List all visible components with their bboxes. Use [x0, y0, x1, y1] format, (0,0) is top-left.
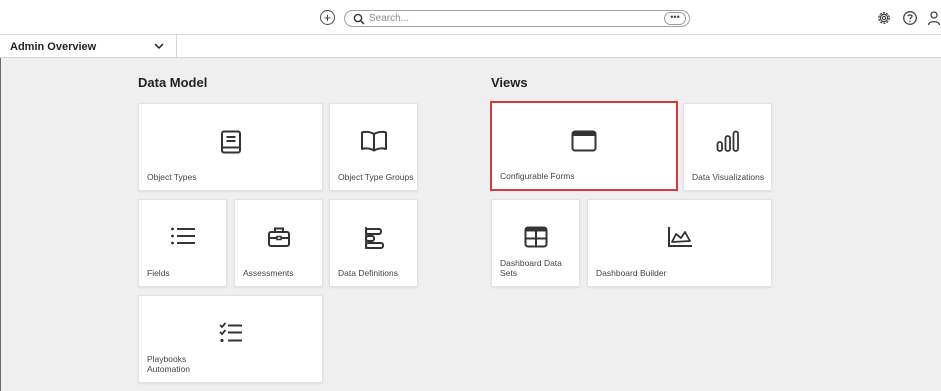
tile-label: Data Visualizations: [692, 172, 765, 182]
chevron-down-icon: [154, 43, 164, 50]
window-icon: [571, 130, 597, 152]
tile-label: Dashboard Data Sets: [500, 258, 562, 278]
tile-label: Object Types: [147, 172, 197, 182]
tile-object-type-groups[interactable]: Object Type Groups: [329, 103, 418, 191]
help-icon[interactable]: [902, 10, 918, 26]
tile-label: Playbooks Automation: [147, 354, 190, 374]
main-content: Data Model Views Object Types Object Typ…: [1, 58, 941, 391]
checklist-icon: [218, 322, 242, 343]
add-icon[interactable]: +: [320, 10, 335, 25]
search-placeholder: Search...: [369, 13, 410, 24]
dashboard-selector[interactable]: Admin Overview: [0, 35, 177, 58]
tile-label: Configurable Forms: [500, 171, 575, 181]
area-chart-icon: [667, 227, 692, 247]
list-icon: [170, 227, 195, 245]
bars-left-icon: [364, 227, 384, 249]
tile-fields[interactable]: Fields: [138, 199, 227, 287]
more-options-button[interactable]: •••: [664, 12, 686, 25]
book-icon: [220, 130, 241, 154]
tile-configurable-forms[interactable]: Configurable Forms: [490, 101, 678, 191]
tile-data-visualizations[interactable]: Data Visualizations: [683, 103, 772, 191]
tile-dashboard-builder[interactable]: Dashboard Builder: [587, 199, 772, 287]
dashboard-name: Admin Overview: [10, 40, 97, 53]
tile-label: Dashboard Builder: [596, 268, 667, 278]
table-icon: [524, 226, 547, 248]
tile-label: Assessments: [243, 268, 294, 278]
search-input[interactable]: Search... •••: [344, 10, 690, 27]
briefcase-icon: [267, 227, 290, 247]
tile-playbooks-automation[interactable]: Playbooks Automation: [138, 295, 323, 383]
tile-label: Data Definitions: [338, 268, 399, 278]
top-bar: + Search... •••: [0, 0, 941, 34]
tile-label: Object Type Groups: [338, 172, 414, 182]
search-icon: [353, 13, 365, 25]
dashboard-bar: Admin Overview: [0, 34, 941, 58]
bar-chart-icon: [716, 130, 739, 152]
open-book-icon: [360, 130, 387, 152]
tile-assessments[interactable]: Assessments: [234, 199, 323, 287]
user-icon[interactable]: [926, 10, 941, 26]
data-model-title: Data Model: [138, 75, 208, 90]
tile-data-definitions[interactable]: Data Definitions: [329, 199, 418, 287]
tile-dashboard-data-sets[interactable]: Dashboard Data Sets: [491, 199, 580, 287]
views-title: Views: [491, 75, 528, 90]
gear-icon[interactable]: [876, 10, 892, 26]
tile-object-types[interactable]: Object Types: [138, 103, 323, 191]
tile-label: Fields: [147, 268, 170, 278]
